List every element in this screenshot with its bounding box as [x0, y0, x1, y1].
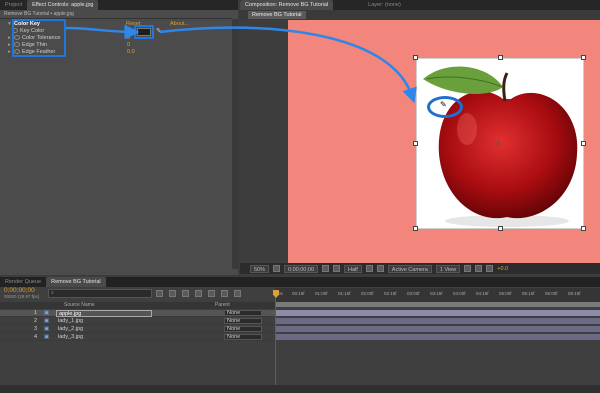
timecode-display[interactable]: 0;00;00;00 [284, 264, 319, 273]
snapshot-icon[interactable] [322, 265, 330, 272]
layer-name[interactable]: lady_3.jpg [58, 334, 83, 341]
ruler-label: 04:15f [476, 291, 489, 296]
transparency-grid-icon[interactable] [376, 265, 384, 272]
layer-name[interactable]: lady_1.jpg [58, 318, 83, 325]
safe-zones-icon[interactable] [273, 265, 281, 272]
table-row[interactable]: 3 ▣ lady_2.jpg None [0, 326, 275, 333]
timeline-footer [0, 385, 600, 393]
ruler-label: 04:00f [453, 291, 466, 296]
view-layout-dropdown[interactable]: 1 View [435, 264, 461, 273]
ruler-label: 00:15f [292, 291, 305, 296]
tab-timeline-comp[interactable]: Remove BG Tutorial [46, 277, 106, 287]
footage-icon: ▣ [44, 310, 50, 316]
ruler-label: 03:15f [430, 291, 443, 296]
timeline-icon[interactable] [486, 265, 494, 272]
zoom-dropdown[interactable]: 50% [250, 264, 270, 273]
footage-icon: ▣ [44, 318, 50, 324]
ruler-label: 02:15f [384, 291, 397, 296]
parent-dropdown[interactable]: None [224, 318, 262, 324]
channel-icon[interactable] [333, 265, 341, 272]
timeline-timecode[interactable]: 0;00;00;00 [4, 287, 35, 294]
table-row[interactable]: 2 ▣ lady_1.jpg None [0, 318, 275, 325]
ruler-label: 01:15f [338, 291, 351, 296]
layer-name[interactable]: apple.jpg [56, 310, 152, 317]
layer-duration-bar[interactable] [276, 334, 600, 340]
playhead-line[interactable] [275, 298, 276, 393]
layer-duration-bar[interactable] [276, 310, 600, 316]
ruler-label: 05:00f [499, 291, 512, 296]
arrow-to-swatch [65, 24, 140, 40]
fast-preview-icon[interactable] [475, 265, 483, 272]
region-icon[interactable] [365, 265, 373, 272]
timeline-fps: 00000 (29.97 fps) [4, 294, 40, 299]
search-icon: ⌕ [51, 290, 54, 296]
ruler-label: 01:00f [315, 291, 328, 296]
ruler-label: 03:00f [407, 291, 420, 296]
work-area-bar[interactable] [276, 302, 600, 307]
pixel-aspect-icon[interactable] [464, 265, 472, 272]
resolution-dropdown[interactable]: Half [344, 264, 362, 273]
parent-dropdown[interactable]: None [224, 334, 262, 340]
comp-toolbar: 50% 0;00;00;00 Half Active Camera 1 View… [240, 263, 600, 274]
layer-name[interactable]: lady_2.jpg [58, 326, 83, 333]
ruler-label: 05:15f [522, 291, 535, 296]
col-parent[interactable]: Parent [215, 302, 230, 308]
ruler-label: 02:00f [361, 291, 374, 296]
table-row[interactable]: 4 ▣ lady_3.jpg None [0, 334, 275, 341]
tab-render-queue[interactable]: Render Queue [0, 277, 46, 287]
footage-icon: ▣ [44, 326, 50, 332]
parent-dropdown[interactable]: None [224, 326, 262, 332]
graph-editor-icon[interactable] [234, 290, 241, 297]
table-row[interactable]: 1 ▣ apple.jpg None [0, 310, 275, 317]
comp-mini-flowchart-icon[interactable] [156, 290, 163, 297]
ruler-label: 06:00f [545, 291, 558, 296]
timeline-switch-icons [156, 290, 268, 298]
ruler-label: 06:15f [568, 291, 581, 296]
frame-blend-icon[interactable] [195, 290, 202, 297]
shy-icon[interactable] [182, 290, 189, 297]
exposure-value[interactable]: +0.0 [497, 266, 508, 272]
layer-duration-bar[interactable] [276, 326, 600, 332]
arrow-to-apple [159, 26, 417, 104]
timeline-search-input[interactable]: ⌕ [48, 289, 152, 298]
brainstorm-icon[interactable] [221, 290, 228, 297]
timeline-tabbar: Render Queue Remove BG Tutorial [0, 277, 600, 287]
timeline-column-header [0, 302, 275, 309]
col-source-name[interactable]: Source Name [64, 302, 95, 308]
footage-icon: ▣ [44, 334, 50, 340]
camera-dropdown[interactable]: Active Camera [387, 264, 432, 273]
parent-dropdown[interactable]: None [224, 310, 262, 316]
motion-blur-icon[interactable] [208, 290, 215, 297]
layer-duration-bar[interactable] [276, 318, 600, 324]
draft-3d-icon[interactable] [169, 290, 176, 297]
